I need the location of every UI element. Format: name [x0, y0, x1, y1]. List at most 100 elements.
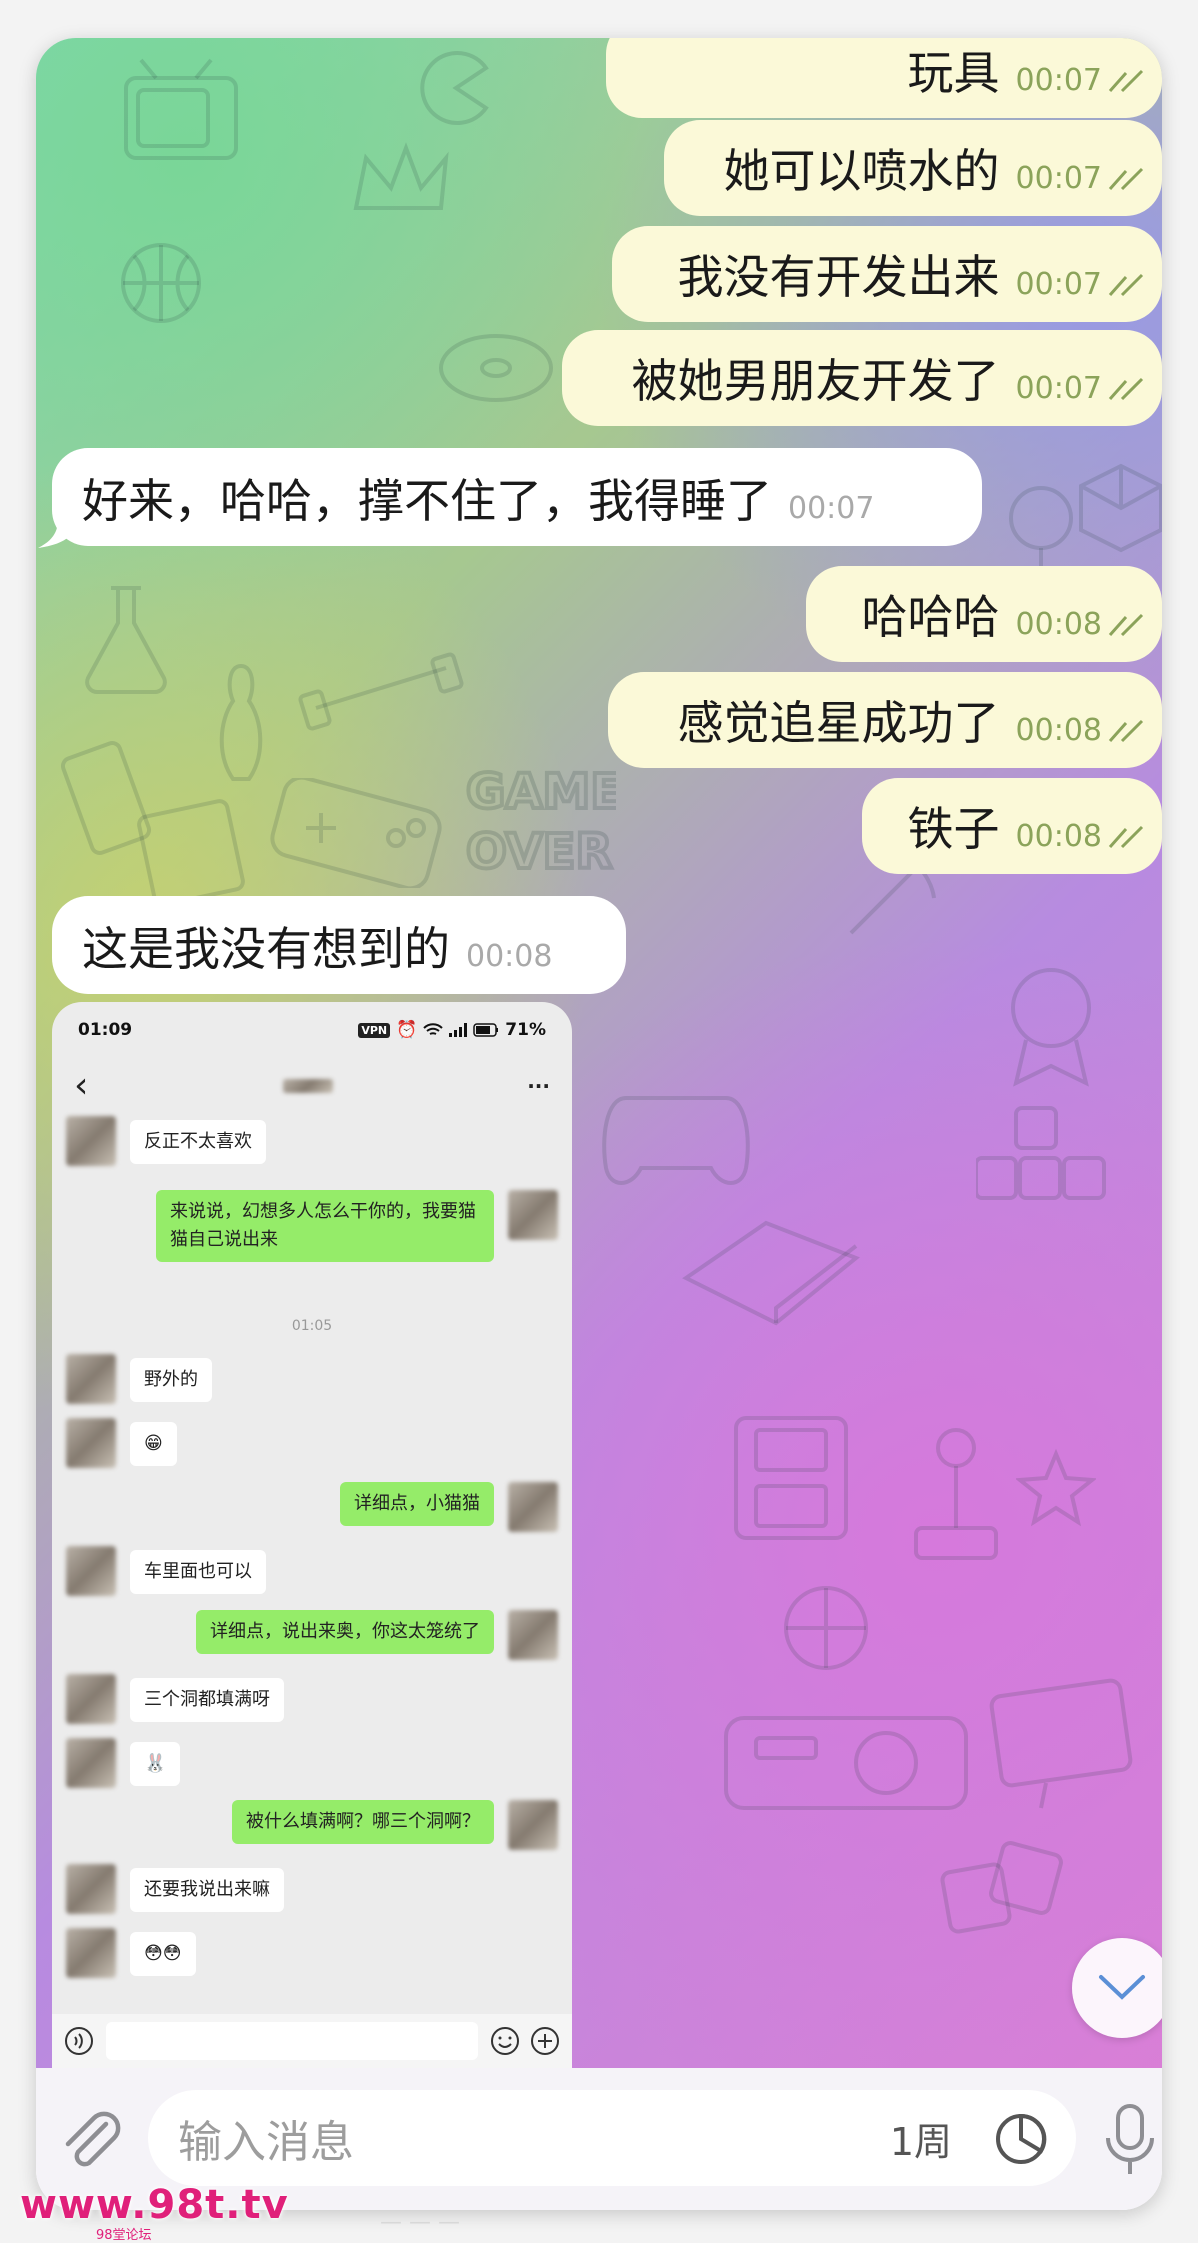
avatar [66, 1928, 116, 1978]
message-bubble-outgoing[interactable]: 我没有开发出来 00:07 [612, 226, 1162, 322]
list-item: 😁 [66, 1418, 177, 1468]
site-watermark: www.98t.tv [20, 2182, 289, 2228]
wifi-icon [423, 1023, 444, 1035]
list-item: 详细点，小猫猫 [340, 1482, 558, 1532]
paperclip-icon[interactable] [56, 2104, 126, 2174]
doodle-game-over-icon: GAMEOVER [464, 762, 616, 882]
message-bubble-outgoing[interactable]: 铁子 00:08 [862, 778, 1162, 874]
message-text: 我没有开发出来 [677, 250, 1000, 304]
doodle-joystick-icon [914, 1428, 998, 1560]
vpn-badge: VPN [358, 1022, 391, 1038]
list-item: 😳😳 [66, 1928, 196, 1978]
doodle-basketball-icon [121, 243, 201, 323]
message-bubble-outgoing[interactable]: 感觉追星成功了 00:08 [608, 672, 1162, 768]
message-input-placeholder: 输入消息 [178, 2117, 354, 2168]
message-time: 00:08 [1015, 819, 1102, 854]
double-check-icon [1108, 825, 1144, 849]
message-time: 00:07 [1015, 371, 1102, 406]
doodle-dumbbell-icon [298, 652, 464, 731]
embedded-input-bar [52, 2014, 572, 2068]
avatar [508, 1190, 558, 1240]
scroll-down-button[interactable] [1072, 1938, 1162, 2038]
message-text: 好来，哈哈，撑不住了，我得睡了 [82, 474, 772, 528]
doodle-star-icon [1016, 1448, 1096, 1527]
message-bubble-outgoing[interactable]: 她可以喷水的 00:07 [664, 120, 1162, 216]
message-bubble-outgoing[interactable]: 被她男朋友开发了 00:07 [562, 330, 1162, 426]
list-item: 野外的 [66, 1354, 212, 1404]
message-bubble-outgoing[interactable]: 玩具 00:07 [606, 38, 1162, 118]
bubble-tail [38, 516, 78, 548]
chat-bubble: 详细点，小猫猫 [340, 1482, 494, 1526]
chevron-down-icon [1099, 1975, 1145, 2000]
microphone-icon[interactable] [1100, 2102, 1160, 2178]
double-check-icon [1108, 377, 1144, 401]
chat-bubble: 🐰 [130, 1742, 181, 1786]
doodle-basketball-2-icon [784, 1586, 868, 1670]
list-item: 三个洞都填满呀 [66, 1674, 284, 1724]
doodle-gamepad-icon [270, 778, 442, 888]
plus-icon[interactable] [530, 2026, 560, 2056]
message-time: 00:07 [1015, 161, 1102, 196]
list-item: 🐰 [66, 1738, 181, 1788]
message-time: 00:08 [466, 939, 553, 974]
back-icon[interactable]: ‹ [74, 1068, 88, 1104]
message-bubble-incoming[interactable]: 好来，哈哈，撑不住了，我得睡了 00:07 [52, 448, 982, 546]
doodle-domino-icon [60, 741, 152, 855]
doodle-keys-icon [976, 1106, 1106, 1200]
doodle-bowling-icon [219, 663, 263, 781]
message-bubble-incoming[interactable]: 这是我没有想到的 00:08 [52, 896, 626, 994]
svg-text:OVER: OVER [466, 824, 612, 880]
double-check-icon [1108, 273, 1144, 297]
avatar [66, 1546, 116, 1596]
doodle-console-icon [682, 1220, 860, 1326]
doodle-pacman-icon [420, 51, 489, 125]
timer-icon[interactable] [994, 2112, 1048, 2166]
avatar [66, 1864, 116, 1914]
list-item: 车里面也可以 [66, 1546, 266, 1596]
svg-text:GAME: GAME [466, 764, 616, 820]
doodle-3ds-icon [734, 1416, 848, 1540]
message-text: 铁子 [907, 802, 1000, 856]
doodle-dice-icon [940, 1841, 1063, 1934]
voice-icon[interactable] [64, 2026, 94, 2056]
auto-delete-timer-label[interactable]: 1周 [890, 2111, 952, 2166]
double-check-icon [1108, 613, 1144, 637]
doodle-cube-icon [1079, 463, 1162, 553]
more-icon[interactable]: ··· [527, 1074, 550, 1098]
doodle-controller-icon [602, 1096, 750, 1185]
message-text: 感觉追星成功了 [677, 696, 1000, 750]
doodle-flask-icon [85, 586, 167, 694]
message-bubble-outgoing[interactable]: 哈哈哈 00:08 [806, 566, 1162, 662]
chat-bubble: 被什么填满啊？哪三个洞啊？ [232, 1800, 494, 1844]
avatar [66, 1418, 116, 1468]
embedded-status-time: 01:09 [78, 1020, 133, 1040]
chat-bubble: 来说说，幻想多人怎么干你的，我要猫猫自己说出来 [156, 1190, 494, 1262]
chat-bubble: 😳😳 [130, 1932, 196, 1976]
doodle-monitor-icon [989, 1678, 1133, 1809]
list-item: 详细点，说出来奥，你这太笼统了 [196, 1610, 558, 1660]
message-time: 00:07 [1015, 267, 1102, 302]
message-text: 她可以喷水的 [723, 144, 1000, 198]
chat-bubble: 野外的 [130, 1358, 212, 1402]
emoji-icon[interactable] [490, 2026, 520, 2056]
list-item: 来说说，幻想多人怎么干你的，我要猫猫自己说出来 [156, 1190, 558, 1262]
avatar [66, 1738, 116, 1788]
contact-name-redacted [282, 1079, 333, 1093]
double-check-icon [1108, 69, 1144, 93]
avatar [66, 1354, 116, 1404]
embedded-text-field[interactable] [106, 2022, 478, 2060]
list-item: 被什么填满啊？哪三个洞啊？ [232, 1800, 558, 1850]
embedded-screenshot[interactable]: 01:09 VPN ⏰ 71% ‹ ··· 反正不太喜欢 来说说，幻想多人怎么干… [52, 1002, 572, 2068]
doodle-tv-icon [124, 58, 238, 160]
embedded-nav-bar: ‹ ··· [52, 1058, 572, 1114]
message-time: 00:07 [788, 491, 875, 526]
chat-bubble: 三个洞都填满呀 [130, 1678, 284, 1722]
embedded-status-bar: 01:09 VPN ⏰ 71% [52, 1002, 572, 1058]
signal-icon [449, 1023, 468, 1037]
message-time: 00:07 [1015, 63, 1102, 98]
message-text: 玩具 [907, 46, 1000, 100]
battery-icon [473, 1023, 499, 1037]
chat-timestamp: 01:05 [291, 1318, 333, 1334]
message-input[interactable]: 输入消息 1周 [148, 2090, 1076, 2186]
message-time: 00:08 [1015, 607, 1102, 642]
